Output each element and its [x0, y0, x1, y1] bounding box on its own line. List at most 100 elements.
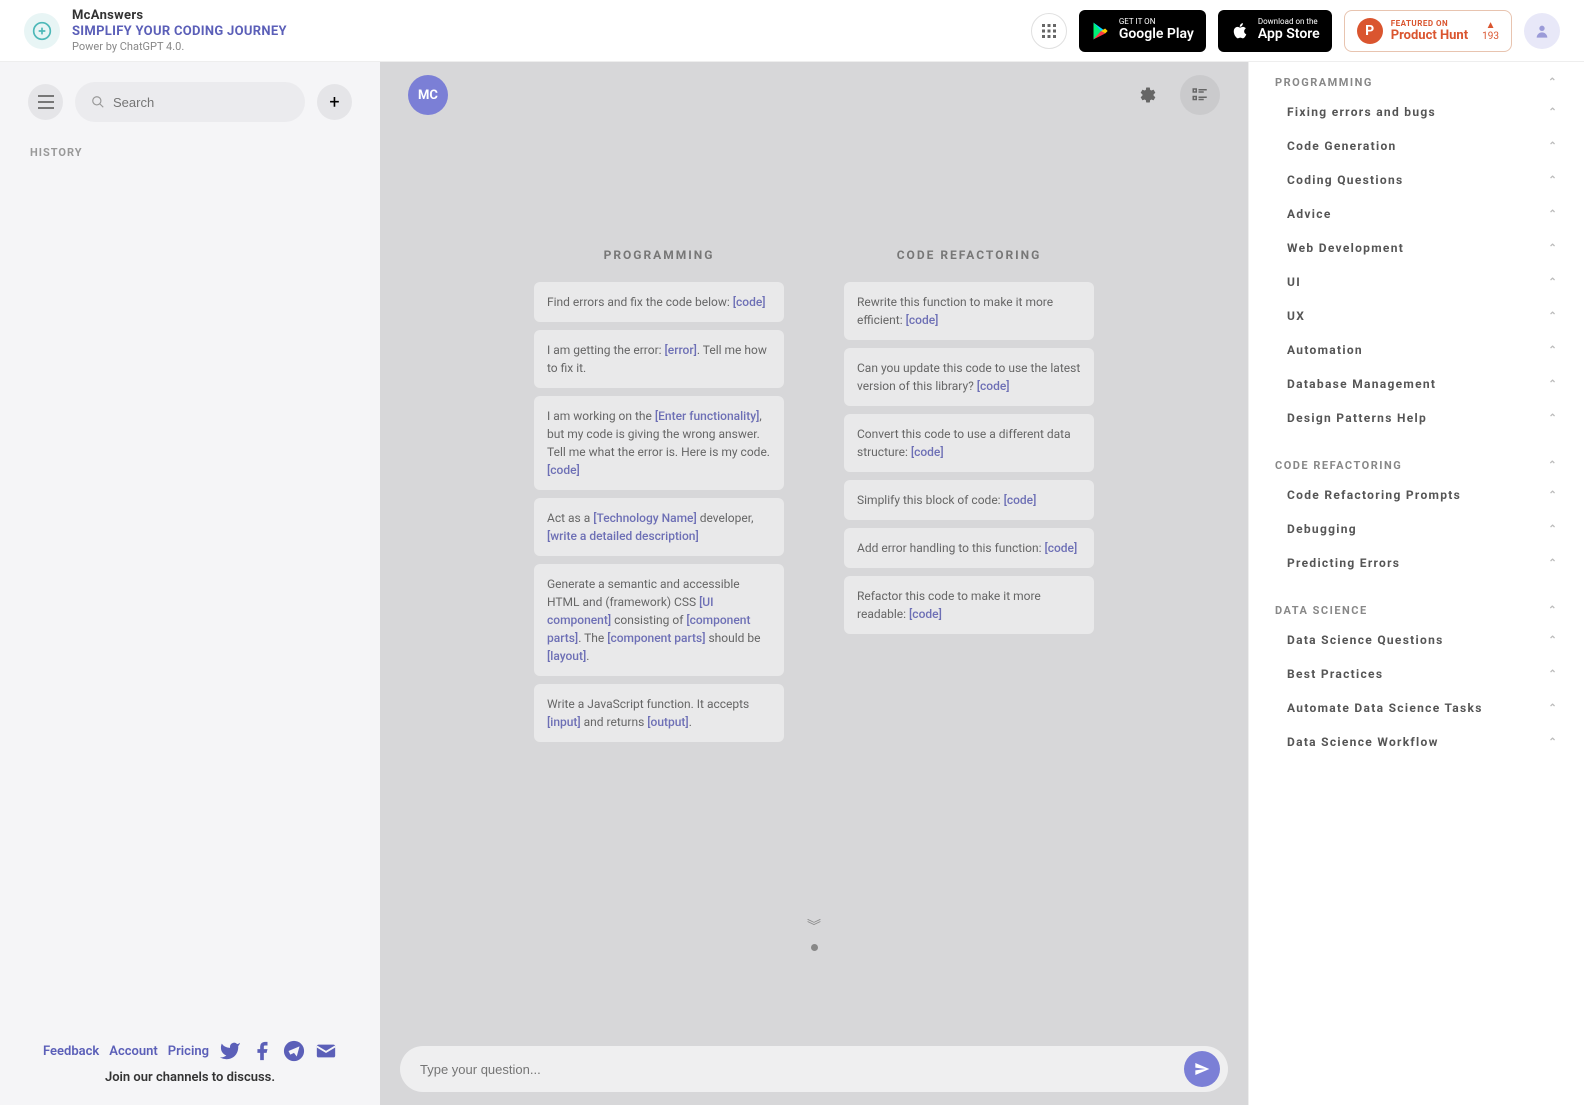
prompt-placeholder: [code] [733, 295, 766, 309]
panel-section-title[interactable]: CODE REFACTORING⌃ [1249, 453, 1584, 478]
prompt-card[interactable]: I am working on the [Enter functionality… [534, 396, 784, 490]
hamburger-icon [38, 95, 54, 109]
chat-input[interactable] [420, 1062, 1184, 1077]
apple-icon [1230, 19, 1250, 43]
panel-item[interactable]: Code Generation⌃ [1249, 129, 1584, 163]
panel-section: DATA SCIENCE⌃Data Science Questions⌃Best… [1249, 598, 1584, 759]
chat-area: MC PROGRAMMINGFind errors and fix the co… [380, 62, 1248, 1105]
prompt-card[interactable]: Simplify this block of code: [code] [844, 480, 1094, 520]
prompt-placeholder: [code] [906, 313, 939, 327]
panel-item-label: Automate Data Science Tasks [1287, 701, 1483, 715]
pagination-dot [811, 944, 818, 951]
prompt-text: developer, [697, 511, 754, 525]
facebook-icon[interactable] [251, 1040, 273, 1062]
prompt-text: . The [578, 631, 607, 645]
prompt-placeholder: [code] [1044, 541, 1077, 555]
panel-item-label: Fixing errors and bugs [1287, 105, 1436, 119]
pricing-link[interactable]: Pricing [168, 1044, 209, 1059]
panel-item[interactable]: Fixing errors and bugs ⌃ [1249, 95, 1584, 129]
panel-item-label: Advice [1287, 207, 1332, 221]
menu-button[interactable] [28, 84, 63, 120]
prompt-text: Can you update this code to use the late… [857, 361, 1080, 393]
email-icon[interactable] [315, 1040, 337, 1062]
prompt-placeholder: [code] [547, 463, 580, 477]
send-button[interactable] [1184, 1051, 1220, 1087]
panel-item-label: Automation [1287, 343, 1363, 357]
prompt-card[interactable]: Find errors and fix the code below: [cod… [534, 282, 784, 322]
chevron-up-icon: ⌃ [1548, 107, 1558, 118]
input-bar [380, 1033, 1248, 1105]
prompt-card[interactable]: I am getting the error: [error]. Tell me… [534, 330, 784, 388]
prompt-text: . [689, 715, 692, 729]
panel-item[interactable]: Web Development ⌃ [1249, 231, 1584, 265]
new-chat-button[interactable]: + [317, 84, 352, 120]
prompt-text: Add error handling to this function: [857, 541, 1044, 555]
feedback-link[interactable]: Feedback [43, 1044, 99, 1059]
panel-item[interactable]: Automation⌃ [1249, 333, 1584, 367]
panel-section-title[interactable]: DATA SCIENCE⌃ [1249, 598, 1584, 623]
prompts-panel-button[interactable] [1180, 75, 1220, 115]
prompt-card[interactable]: Refactor this code to make it more reada… [844, 576, 1094, 634]
google-play-icon [1091, 20, 1111, 42]
ph-bottom: Product Hunt [1391, 28, 1468, 43]
search-box[interactable] [75, 82, 305, 122]
telegram-icon[interactable] [283, 1040, 305, 1062]
prompt-placeholder: [component parts] [607, 631, 705, 645]
panel-item[interactable]: Debugging⌃ [1249, 512, 1584, 546]
prompt-placeholder: [code] [909, 607, 942, 621]
prompt-card[interactable]: Can you update this code to use the late… [844, 348, 1094, 406]
gp-bottom: Google Play [1119, 26, 1194, 43]
prompt-card[interactable]: Generate a semantic and accessible HTML … [534, 564, 784, 676]
chevron-up-icon: ⌃ [1548, 277, 1558, 288]
settings-button[interactable] [1128, 75, 1168, 115]
chevron-down-double-icon: ︾ [807, 916, 821, 936]
panel-item-label: Coding Questions [1287, 173, 1403, 187]
panel-item[interactable]: Database Management⌃ [1249, 367, 1584, 401]
join-text: Join our channels to discuss. [26, 1070, 354, 1085]
brand-logo[interactable] [24, 13, 60, 49]
panel-item[interactable]: Predicting Errors⌃ [1249, 546, 1584, 580]
account-link[interactable]: Account [109, 1044, 157, 1059]
chevron-up-icon: ⌃ [1548, 175, 1558, 186]
chevron-up-icon: ⌃ [1548, 703, 1558, 714]
panel-item[interactable]: Code Refactoring Prompts⌃ [1249, 478, 1584, 512]
panel-item[interactable]: Automate Data Science Tasks ⌃ [1249, 691, 1584, 725]
panel-item-label: Web Development [1287, 241, 1404, 255]
panel-item[interactable]: Design Patterns Help⌃ [1249, 401, 1584, 435]
triangle-up-icon: ▲ [1486, 20, 1496, 31]
google-play-badge[interactable]: GET IT ONGoogle Play [1079, 10, 1206, 52]
app-store-badge[interactable]: Download on theApp Store [1218, 10, 1332, 52]
sidebar-top: + [0, 62, 380, 142]
panel-item[interactable]: Coding Questions ⌃ [1249, 163, 1584, 197]
apps-grid-button[interactable] [1031, 13, 1067, 49]
chevron-up-icon: ⌃ [1548, 490, 1558, 501]
chevron-up-icon: ⌃ [1548, 209, 1558, 220]
prompt-placeholder: [Enter functionality] [655, 409, 759, 423]
prompt-card[interactable]: Write a JavaScript function. It accepts … [534, 684, 784, 742]
prompt-column-title: CODE REFACTORING [844, 248, 1094, 262]
panel-item[interactable]: Data Science Workflow⌃ [1249, 725, 1584, 759]
product-hunt-badge[interactable]: P FEATURED ONProduct Hunt ▲193 [1344, 10, 1512, 52]
panel-section-title[interactable]: PROGRAMMING⌃ [1249, 70, 1584, 95]
ph-top: FEATURED ON [1391, 19, 1468, 28]
panel-item-label: Design Patterns Help [1287, 411, 1427, 425]
section-title-label: PROGRAMMING [1275, 76, 1373, 89]
chevron-up-icon: ⌃ [1548, 243, 1558, 254]
panel-item[interactable]: Best Practices⌃ [1249, 657, 1584, 691]
prompt-card[interactable]: Add error handling to this function: [co… [844, 528, 1094, 568]
scroll-hints: ︾ [807, 916, 821, 951]
brand-tagline: SIMPLIFY YOUR CODING JOURNEY [72, 24, 287, 39]
panel-item[interactable]: Advice ⌃ [1249, 197, 1584, 231]
prompt-card[interactable]: Act as a [Technology Name] developer, [w… [534, 498, 784, 556]
twitter-icon[interactable] [219, 1040, 241, 1062]
panel-item[interactable]: UI⌃ [1249, 265, 1584, 299]
search-input[interactable] [113, 95, 289, 110]
user-avatar-button[interactable] [1524, 13, 1560, 49]
panel-item[interactable]: Data Science Questions⌃ [1249, 623, 1584, 657]
prompt-card[interactable]: Rewrite this function to make it more ef… [844, 282, 1094, 340]
prompt-card[interactable]: Convert this code to use a different dat… [844, 414, 1094, 472]
prompt-placeholder: [code] [977, 379, 1010, 393]
panel-item[interactable]: UX⌃ [1249, 299, 1584, 333]
app-header: McAnswers SIMPLIFY YOUR CODING JOURNEY P… [0, 0, 1584, 62]
chat-input-box[interactable] [400, 1046, 1228, 1092]
